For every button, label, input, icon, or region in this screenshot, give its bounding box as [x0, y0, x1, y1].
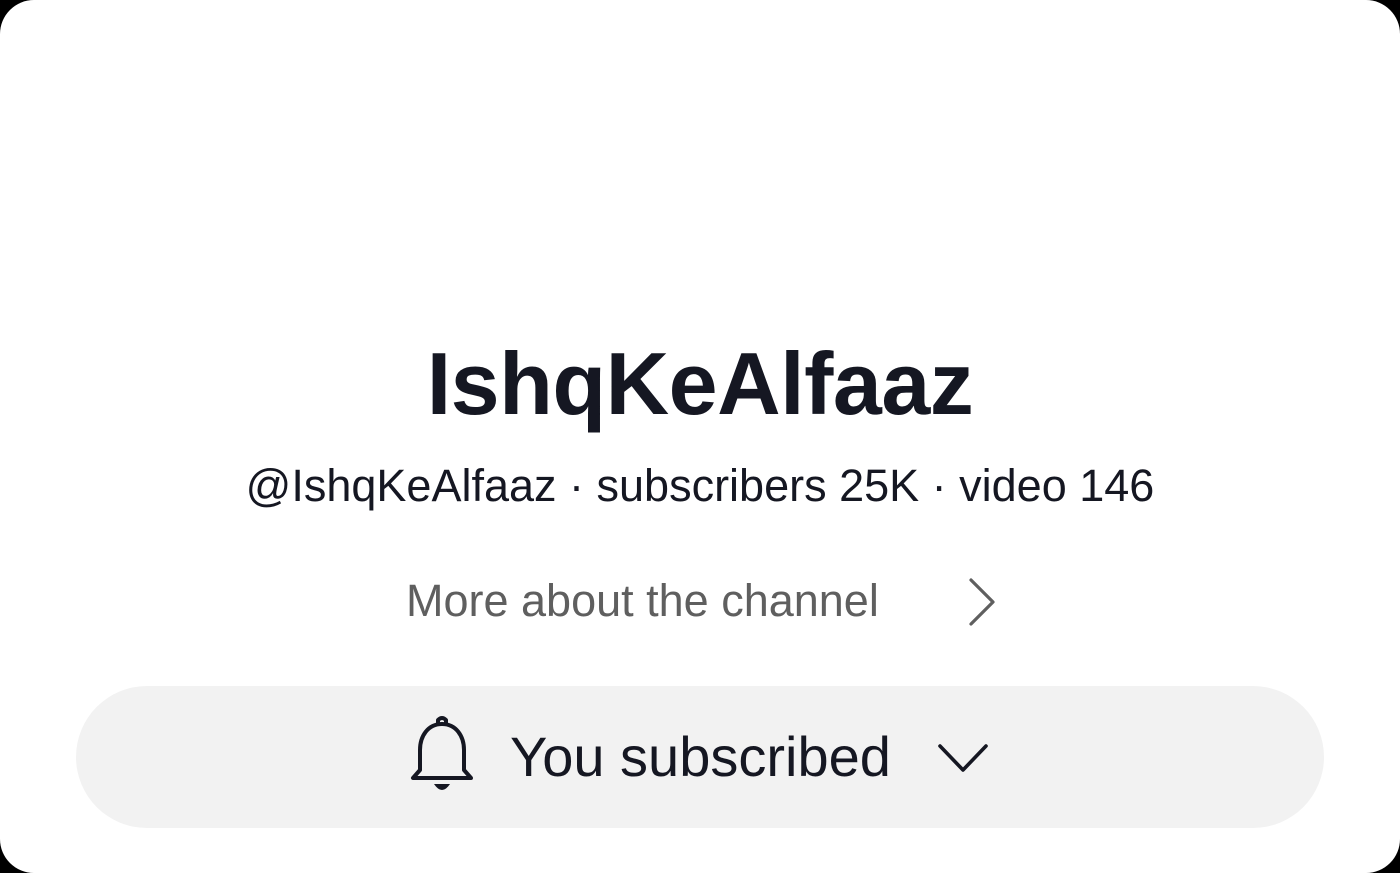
- subscribed-label: You subscribed: [510, 725, 891, 788]
- chevron-right-icon: [969, 578, 995, 626]
- chevron-down-icon[interactable]: [936, 738, 990, 778]
- bell-icon: [411, 716, 473, 790]
- more-about-channel-link[interactable]: More about the channel: [400, 570, 1010, 632]
- more-about-channel-label: More about the channel: [406, 575, 879, 626]
- channel-name: IshqKeAlfaaz: [426, 334, 974, 433]
- channel-meta-line: @IshqKeAlfaaz · subscribers 25K · video …: [245, 460, 1155, 511]
- subscribed-button[interactable]: You subscribed: [76, 686, 1324, 828]
- channel-header-card: IshqKeAlfaaz @IshqKeAlfaaz · subscribers…: [0, 0, 1400, 873]
